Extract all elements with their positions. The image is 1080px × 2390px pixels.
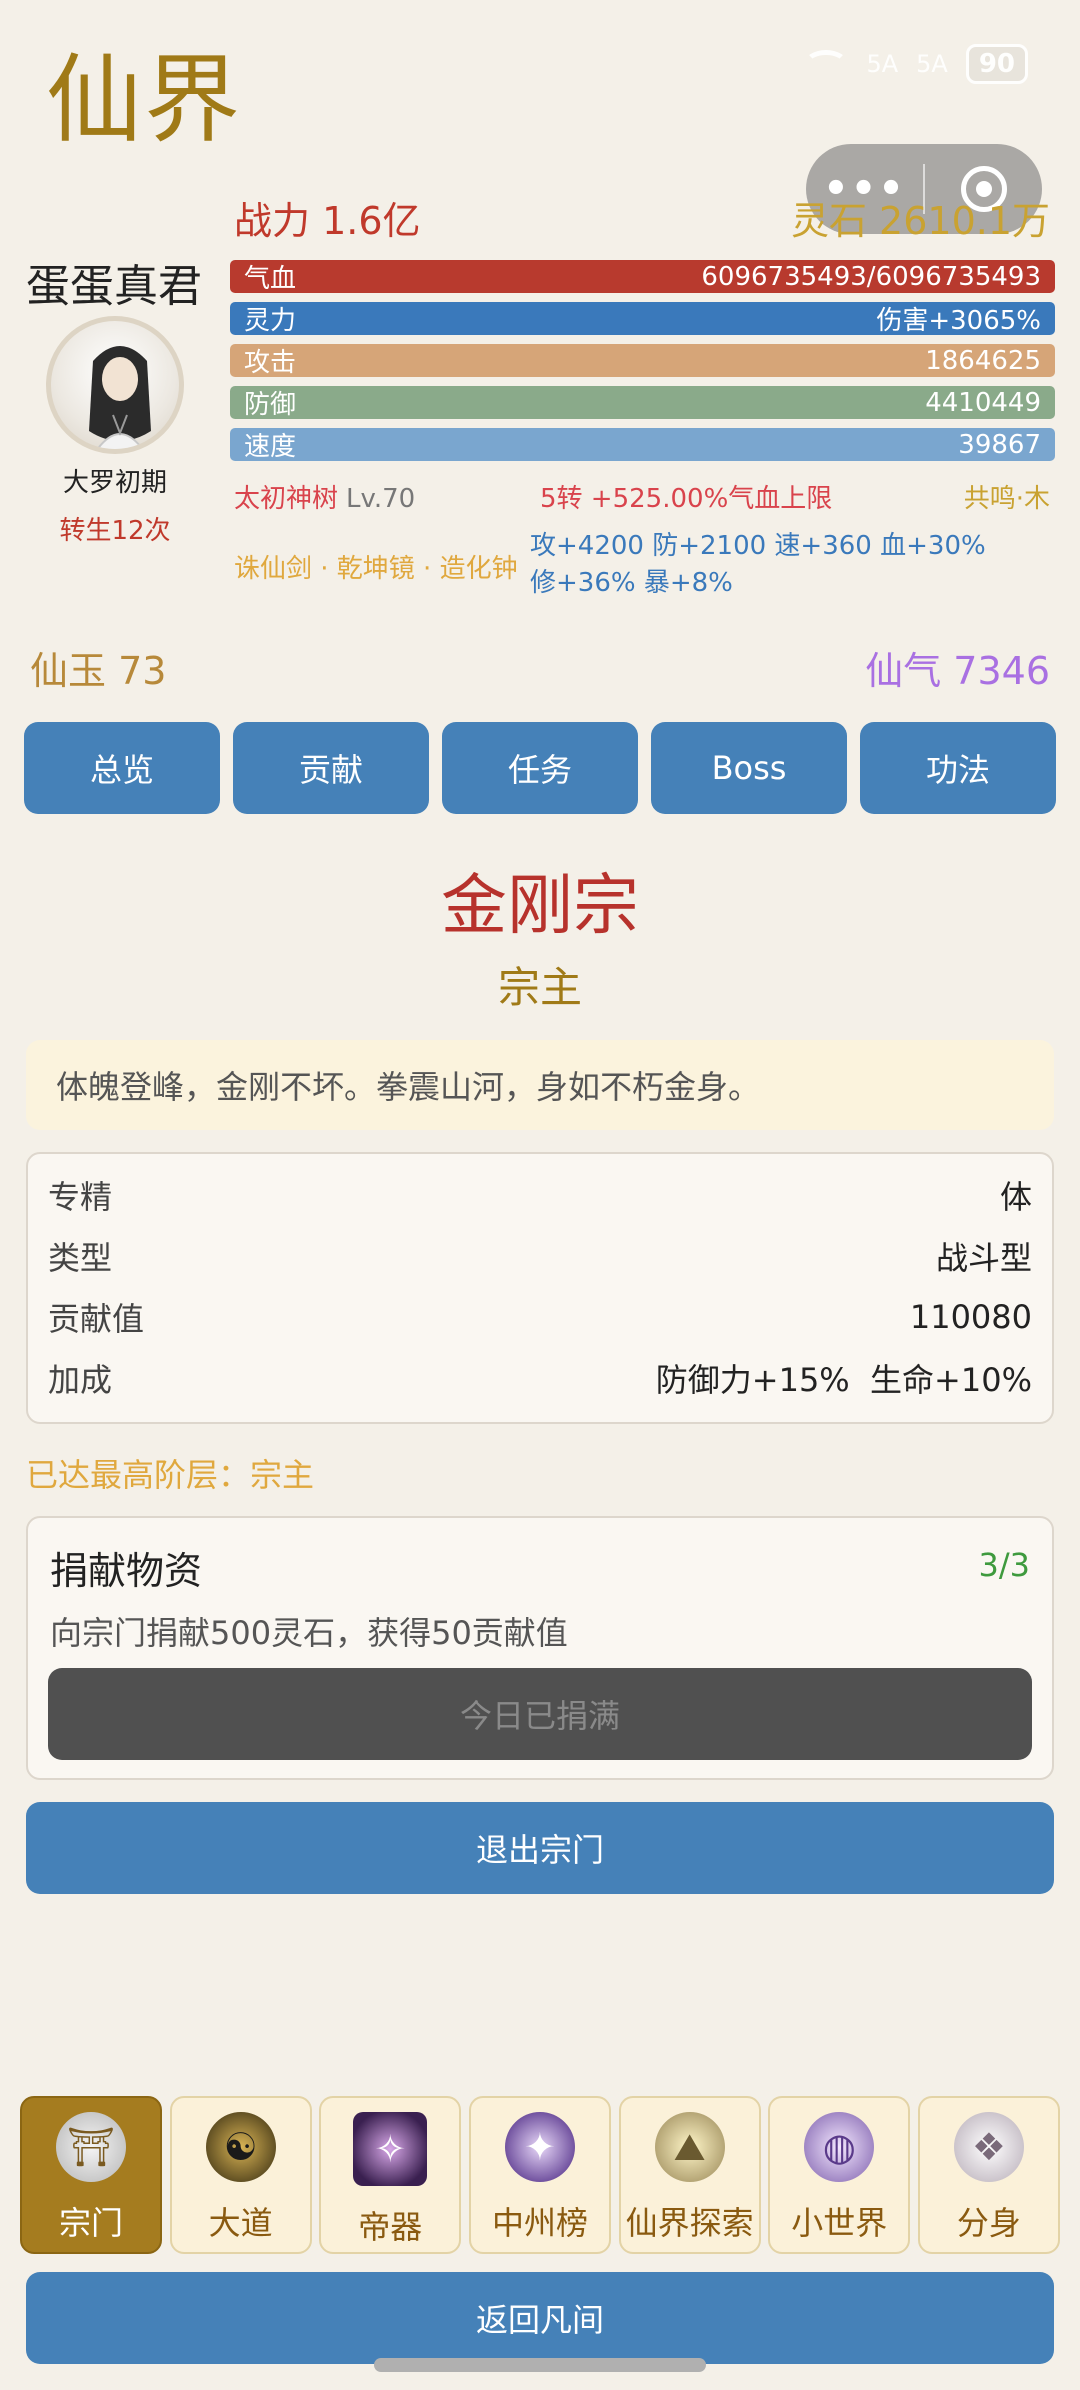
info-label: 专精 xyxy=(48,1177,113,1216)
nav-item-artifact[interactable]: ✧ 帝器 xyxy=(319,2096,462,2254)
divine-tree: 太初神树 Lv.70 xyxy=(234,478,415,515)
tree-name: 太初神树 xyxy=(234,484,339,514)
artifact-stats-line: 攻+4200 防+2100 速+360 血+30% xyxy=(530,531,986,561)
sect-tabs: 总览 贡献 任务 Boss 功法 xyxy=(24,722,1056,814)
artifact-stats-line: 修+36% 暴+8% xyxy=(530,568,733,598)
avatar-portrait-icon xyxy=(89,346,151,449)
speed-value: 39867 xyxy=(958,429,1041,460)
mana-label: 灵力 xyxy=(244,306,297,336)
explore-icon: ⛰ xyxy=(654,2112,725,2182)
nav-item-sect[interactable]: ⛩ 宗门 xyxy=(20,2096,162,2254)
attack-value: 1864625 xyxy=(925,345,1041,376)
info-label: 贡献值 xyxy=(48,1299,145,1338)
hp-label: 气血 xyxy=(244,264,297,294)
cultivation-realm: 大罗初期 xyxy=(62,468,167,498)
clone-icon: ❖ xyxy=(953,2112,1024,2182)
spirit-stones: 灵石 2610.1万 xyxy=(790,199,1050,243)
return-to-mortal-button[interactable]: 返回凡间 xyxy=(26,2272,1054,2364)
speed-bar: 速度 39867 xyxy=(230,428,1055,462)
donate-count: 3/3 xyxy=(978,1546,1031,1584)
sect-rank: 宗主 xyxy=(497,963,582,1012)
nav-item-ranking[interactable]: ✦ 中州榜 xyxy=(468,2096,611,2254)
signal-icon: 5A xyxy=(866,50,899,78)
avatar[interactable] xyxy=(46,316,184,454)
nav-label: 中州榜 xyxy=(491,2204,588,2242)
donate-title: 捐献物资 xyxy=(50,1549,203,1593)
info-value: 110080 xyxy=(909,1297,1032,1336)
info-label: 类型 xyxy=(48,1238,113,1277)
tab-boss[interactable]: Boss xyxy=(651,722,847,814)
info-row-contribution: 贡献值 110080 xyxy=(48,1286,1032,1347)
app-title: 仙界 xyxy=(46,44,242,156)
attack-bar: 攻击 1864625 xyxy=(230,344,1055,378)
defense-bar: 防御 4410449 xyxy=(230,386,1055,420)
tab-tasks[interactable]: 任务 xyxy=(442,722,638,814)
donate-button[interactable]: 今日已捐满 xyxy=(48,1668,1032,1760)
bagua-icon: ☯ xyxy=(205,2112,276,2182)
nav-item-explore[interactable]: ⛰ 仙界探索 xyxy=(618,2096,761,2254)
tab-contribution[interactable]: 贡献 xyxy=(233,722,429,814)
home-indicator[interactable] xyxy=(374,2358,706,2372)
mana-bar: 灵力 伤害+3065% xyxy=(230,302,1055,336)
bottom-nav: ⛩ 宗门 ☯ 大道 ✧ 帝器 ✦ 中州榜 ⛰ 仙界探索 ◍ 小世界 ❖ 分身 xyxy=(20,2096,1060,2254)
temple-icon: ⛩ xyxy=(56,2112,126,2182)
defense-label: 防御 xyxy=(244,390,297,420)
resonance: 共鸣·木 xyxy=(963,484,1050,514)
mana-value: 伤害+3065% xyxy=(876,306,1041,336)
speed-label: 速度 xyxy=(244,432,297,462)
signal-icon: 5A xyxy=(916,50,948,78)
sect-name: 金刚宗 xyxy=(441,867,639,944)
donate-card: 捐献物资 3/3 向宗门捐献500灵石，获得50贡献值 今日已捐满 xyxy=(26,1516,1054,1780)
info-row-type: 类型 战斗型 xyxy=(48,1225,1032,1286)
nav-label: 帝器 xyxy=(358,2208,423,2246)
combat-power: 战力 1.6亿 xyxy=(234,199,421,243)
status-bar: 5A 5A 90 xyxy=(804,44,1028,84)
rebirth-bonus: 5转 +525.00%气血上限 xyxy=(540,484,833,514)
rebirth-count: 转生12次 xyxy=(59,516,171,546)
hp-value: 6096735493/6096735493 xyxy=(701,261,1041,292)
artifact-icon: ✧ xyxy=(353,2112,428,2186)
nav-item-clone[interactable]: ❖ 分身 xyxy=(917,2096,1060,2254)
info-value: 防御力+15% 生命+10% xyxy=(655,1360,1032,1399)
info-value: 战斗型 xyxy=(935,1238,1032,1277)
donate-description: 向宗门捐献500灵石，获得50贡献值 xyxy=(50,1614,568,1652)
immortal-jade: 仙玉 73 xyxy=(30,649,167,693)
ranking-icon: ✦ xyxy=(504,2112,575,2182)
battery-icon: 90 xyxy=(965,44,1028,84)
defense-value: 4410449 xyxy=(925,387,1041,418)
artifact-stats: 攻+4200 防+2100 速+360 血+30% 修+36% 暴+8% xyxy=(530,528,1030,602)
attack-label: 攻击 xyxy=(244,348,297,378)
hp-bar: 气血 6096735493/6096735493 xyxy=(230,260,1055,294)
info-value: 体 xyxy=(999,1177,1032,1216)
immortal-qi: 仙气 7346 xyxy=(865,649,1050,693)
tab-techniques[interactable]: 功法 xyxy=(860,722,1056,814)
player-name: 蛋蛋真君 xyxy=(26,261,202,312)
nav-label: 仙界探索 xyxy=(625,2204,754,2242)
nav-item-dao[interactable]: ☯ 大道 xyxy=(169,2096,312,2254)
artifact-list: 诛仙剑 · 乾坤镜 · 造化钟 xyxy=(234,554,518,584)
nav-item-small-world[interactable]: ◍ 小世界 xyxy=(768,2096,911,2254)
nav-label: 宗门 xyxy=(58,2204,123,2242)
nav-label: 小世界 xyxy=(791,2204,888,2242)
leave-sect-button[interactable]: 退出宗门 xyxy=(26,1802,1054,1894)
sect-motto: 体魄登峰，金刚不坏。拳震山河，身如不朽金身。 xyxy=(26,1040,1054,1130)
info-row-bonus: 加成 防御力+15% 生命+10% xyxy=(48,1347,1032,1408)
nav-label: 大道 xyxy=(208,2204,273,2242)
wifi-icon xyxy=(804,50,849,78)
top-rank-notice: 已达最高阶层：宗主 xyxy=(26,1456,315,1494)
world-icon: ◍ xyxy=(804,2112,875,2182)
info-row-specialty: 专精 体 xyxy=(48,1164,1032,1225)
info-label: 加成 xyxy=(48,1360,113,1399)
nav-label: 分身 xyxy=(956,2204,1021,2242)
sect-info-card: 专精 体 类型 战斗型 贡献值 110080 加成 防御力+15% 生命+10% xyxy=(26,1152,1054,1424)
tree-level: Lv.70 xyxy=(346,484,416,514)
tab-overview[interactable]: 总览 xyxy=(24,722,220,814)
